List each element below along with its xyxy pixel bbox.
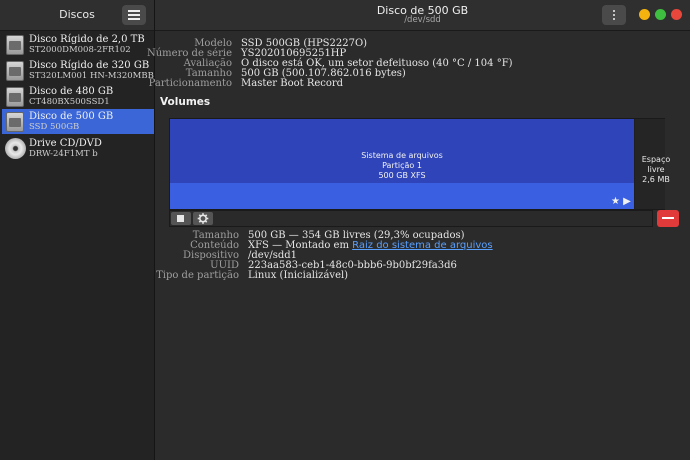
drive-item-cd-dvd[interactable]: Drive CD/DVD DRW-24F1MT b [2,136,154,161]
hard-disk-icon [6,35,24,55]
volume-toolbar [169,210,653,227]
drive-item-2tb[interactable]: Disco Rígido de 2,0 TB ST2000DM008-2FR10… [2,32,154,57]
hamburger-icon-line [128,14,140,16]
kebab-icon-dot [613,14,615,16]
volumes-heading: Volumes [160,96,211,108]
gears-icon [197,213,209,224]
kebab-icon-dot [613,18,615,20]
unmount-button[interactable] [171,212,191,225]
vol-partition-type-label: Tipo de partição [156,270,239,281]
drive-item-320gb[interactable]: Disco Rígido de 320 GB ST320LM001 HN-M32… [2,58,154,83]
free-space-title: Espaço livre [641,155,671,174]
drive-name: Disco de 480 GB [29,86,114,97]
stop-icon [177,215,184,222]
delete-partition-button[interactable] [657,210,679,227]
drive-model: ST320LM001 HN-M320MBB [29,71,154,81]
hamburger-icon-line [128,18,140,20]
free-space-label: Espaço livre 2,6 MB [633,155,679,185]
maximize-button[interactable] [655,9,666,20]
drive-name: Disco Rígido de 320 GB [29,60,150,71]
drive-name: Disco Rígido de 2,0 TB [29,34,145,45]
partition-size: 500 GB XFS [378,171,426,180]
free-space-size: 2,6 MB [642,175,670,184]
minus-icon [662,217,674,219]
hard-disk-icon [6,61,24,81]
drive-model: ST2000DM008-2FR102 [29,45,131,55]
partition-name: Partição 1 [382,161,422,170]
minimize-button[interactable] [639,9,650,20]
partitioning-value: Master Boot Record [241,78,344,89]
drive-model: CT480BX500SSD1 [29,97,110,107]
partition-label: Sistema de arquivos Partição 1 500 GB XF… [170,151,634,181]
sidebar-header: Discos [0,0,154,31]
drive-item-500gb[interactable]: Disco de 500 GB SSD 500GB [2,109,154,134]
disk-menu-button[interactable] [602,5,626,25]
drive-model: DRW-24F1MT b [29,149,98,159]
hard-disk-icon [6,87,24,107]
drive-item-480gb[interactable]: Disco de 480 GB CT480BX500SSD1 [2,84,154,109]
hamburger-menu-button[interactable] [122,5,146,25]
partitioning-label: Particionamento [148,78,232,89]
partition-type: Sistema de arquivos [361,151,443,160]
drive-name: Disco de 500 GB [29,111,114,122]
drive-model: SSD 500GB [29,122,80,132]
vol-partition-type-value: Linux (Inicializável) [248,270,349,281]
partition-1-block[interactable]: Sistema de arquivos Partição 1 500 GB XF… [170,119,634,209]
mount-point-link[interactable]: Raiz do sistema de arquivos [352,240,492,251]
optical-disc-icon [5,138,26,159]
volume-map: Sistema de arquivos Partição 1 500 GB XF… [169,118,670,210]
kebab-icon [613,10,615,12]
close-button[interactable] [671,9,682,20]
hard-disk-icon [6,112,24,132]
drive-name: Drive CD/DVD [29,138,102,149]
sidebar: Discos Disco Rígido de 2,0 TB ST2000DM00… [0,0,155,460]
partition-usage-bar [170,183,634,209]
hamburger-icon [128,10,140,12]
settings-button[interactable] [193,212,213,225]
mounted-star-play-icon: ★ ▶ [611,196,631,207]
header-bar: Disco de 500 GB /dev/sdd [155,0,690,31]
